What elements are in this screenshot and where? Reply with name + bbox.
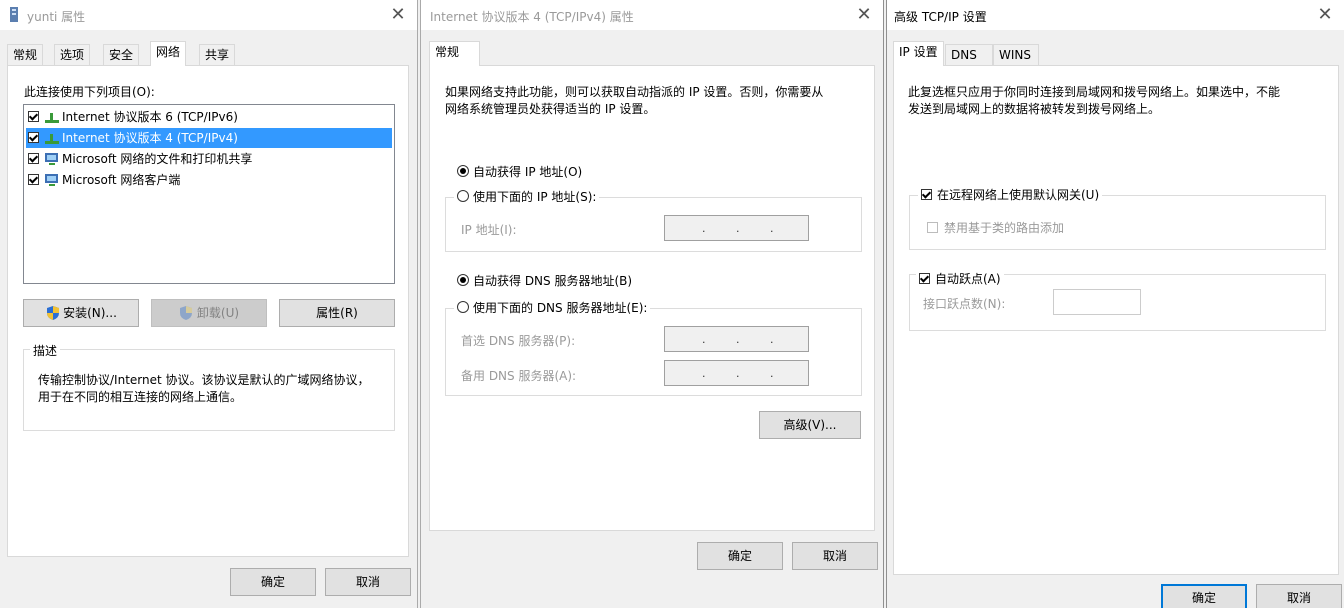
description-line-1: 传输控制协议/Internet 协议。该协议是默认的广域网络协议， [38,373,370,387]
auto-ip-radio[interactable] [457,165,469,177]
advanced-tcpip-window: 高级 TCP/IP 设置 ✕ IP 设置 DNS WINS 此复选框只应用于你同… [886,0,1344,608]
uninstall-button[interactable]: 卸载(U) [151,299,267,327]
auto-metric-checkbox[interactable] [919,273,930,284]
close-button[interactable]: ✕ [1314,4,1336,26]
preferred-dns-label: 首选 DNS 服务器(P): [461,334,576,348]
description-group: 描述 传输控制协议/Internet 协议。该协议是默认的广域网络协议， 用于在… [23,342,395,431]
tab-dns[interactable]: DNS [945,44,993,65]
list-item-label: Microsoft 网络客户端 [62,173,181,187]
window-title: 高级 TCP/IP 设置 [894,10,987,24]
network-client-icon [45,174,58,186]
description-line-2: 发送到局域网上的数据将被转发到拨号网络上。 [908,102,1161,116]
install-button[interactable]: 安装(N)... [23,299,139,327]
manual-dns-radio[interactable] [457,301,469,313]
ok-button[interactable]: 确定 [697,542,783,570]
metric-label: 接口跃点数(N): [923,297,1006,311]
list-item[interactable]: Internet 协议版本 6 (TCP/IPv6) [26,107,392,127]
file-sharing-icon [45,153,58,165]
description-line-2: 用于在不同的相互连接的网络上通信。 [38,390,243,404]
use-gateway-label: 在远程网络上使用默认网关(U) [937,188,1100,202]
manual-ip-radio[interactable] [457,190,469,202]
tab-options[interactable]: 选项 [54,44,91,65]
item-checkbox[interactable] [28,153,39,164]
items-list-label: 此连接使用下列项目(O): [24,85,155,99]
tab-general[interactable]: 常规 [7,44,44,65]
list-item[interactable]: Microsoft 网络客户端 [26,170,392,190]
manual-ip-option: 使用下面的 IP 地址(S): [454,188,600,204]
cancel-button[interactable]: 取消 [1256,584,1342,608]
tab-ip-settings[interactable]: IP 设置 [893,41,944,66]
title-bar: 高级 TCP/IP 设置 ✕ [887,0,1344,30]
shield-icon [47,306,59,320]
item-checkbox[interactable] [28,174,39,185]
item-checkbox[interactable] [28,132,39,143]
network-tab-panel: 此连接使用下列项目(O): Internet 协议版本 6 (TCP/IPv6)… [7,65,409,557]
auto-metric-option: 自动跃点(A) [916,270,1004,286]
ok-button[interactable]: 确定 [230,568,316,596]
tab-security[interactable]: 安全 [103,44,140,65]
advanced-button[interactable]: 高级(V)... [759,411,861,439]
intro-line-1: 如果网络支持此功能，则可以获取自动指派的 IP 设置。否则，你需要从 [445,85,824,99]
window-title: Internet 协议版本 4 (TCP/IPv4) 属性 [430,10,634,24]
metric-field[interactable] [1053,289,1141,315]
general-tab-panel: 如果网络支持此功能，则可以获取自动指派的 IP 设置。否则，你需要从 网络系统管… [429,65,875,531]
close-button[interactable]: ✕ [387,4,409,26]
alternate-dns-label: 备用 DNS 服务器(A): [461,369,577,383]
auto-dns-radio[interactable] [457,274,469,286]
cancel-button[interactable]: 取消 [325,568,411,596]
cancel-button[interactable]: 取消 [792,542,878,570]
description-line-1: 此复选框只应用于你同时连接到局域网和拨号网络上。如果选中，不能 [908,85,1281,99]
close-button[interactable]: ✕ [853,4,875,26]
protocol-icon [45,113,59,123]
list-item[interactable]: Internet 协议版本 4 (TCP/IPv4) [26,128,392,148]
list-item[interactable]: Microsoft 网络的文件和打印机共享 [26,149,392,169]
ok-button[interactable]: 确定 [1161,584,1247,608]
title-bar: Internet 协议版本 4 (TCP/IPv4) 属性 ✕ [421,0,883,30]
preferred-dns-field[interactable]: ... [664,326,809,352]
yunti-properties-window: yunti 属性 ✕ 常规 选项 安全 网络 共享 此连接使用下列项目(O): … [0,0,418,608]
connection-icon [10,7,18,22]
auto-ip-label: 自动获得 IP 地址(O) [473,165,583,179]
disable-class-checkbox[interactable] [927,222,938,233]
auto-dns-label: 自动获得 DNS 服务器地址(B) [473,274,633,288]
manual-ip-label: 使用下面的 IP 地址(S): [473,190,597,204]
ipv4-properties-window: Internet 协议版本 4 (TCP/IPv4) 属性 ✕ 常规 如果网络支… [420,0,884,608]
manual-dns-option: 使用下面的 DNS 服务器地址(E): [454,299,651,315]
properties-button[interactable]: 属性(R) [279,299,395,327]
ip-settings-panel: 此复选框只应用于你同时连接到局域网和拨号网络上。如果选中，不能 发送到局域网上的… [893,65,1339,575]
item-checkbox[interactable] [28,111,39,122]
tab-wins[interactable]: WINS [993,44,1039,65]
items-list[interactable]: Internet 协议版本 6 (TCP/IPv6) Internet 协议版本… [23,104,395,284]
use-gateway-option: 在远程网络上使用默认网关(U) [918,186,1103,202]
manual-dns-label: 使用下面的 DNS 服务器地址(E): [473,301,648,315]
disable-class-label: 禁用基于类的路由添加 [944,221,1065,235]
window-title: yunti 属性 [27,10,86,24]
ip-address-field[interactable]: ... [664,215,809,241]
title-bar: yunti 属性 ✕ [0,0,417,30]
description-title: 描述 [30,342,61,359]
use-gateway-checkbox[interactable] [921,189,932,200]
alternate-dns-field[interactable]: ... [664,360,809,386]
list-item-label: Microsoft 网络的文件和打印机共享 [62,152,253,166]
ip-address-label: IP 地址(I): [461,223,517,237]
list-item-label: Internet 协议版本 4 (TCP/IPv4) [62,131,238,145]
intro-line-2: 网络系统管理员处获得适当的 IP 设置。 [445,102,656,116]
tab-network[interactable]: 网络 [150,41,187,66]
auto-metric-label: 自动跃点(A) [935,272,1001,286]
tab-sharing[interactable]: 共享 [199,44,236,65]
shield-icon [180,306,192,320]
list-item-label: Internet 协议版本 6 (TCP/IPv6) [62,110,238,124]
tab-general[interactable]: 常规 [429,41,480,66]
protocol-icon [45,134,59,144]
